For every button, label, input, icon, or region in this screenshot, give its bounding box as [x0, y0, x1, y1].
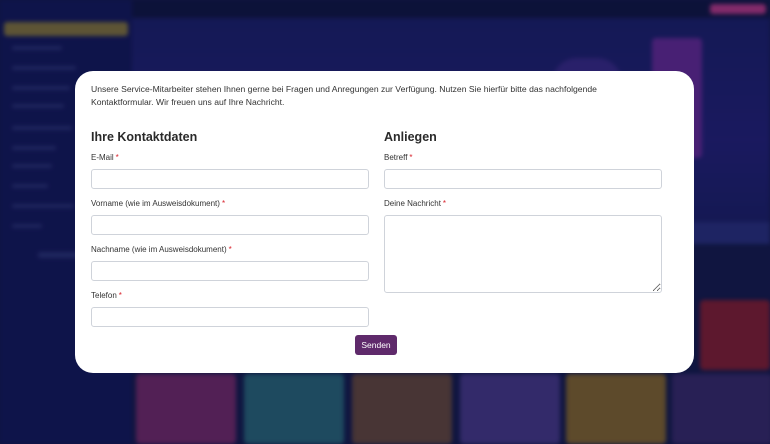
subject-label: Betreff *: [384, 153, 662, 163]
subject-label-text: Betreff: [384, 153, 408, 162]
email-field-group: E-Mail *: [91, 153, 369, 189]
message-field-group: Deine Nachricht *: [384, 199, 662, 293]
phone-field-group: Telefon *: [91, 291, 369, 327]
phone-label-text: Telefon: [91, 291, 117, 300]
required-marker: *: [228, 245, 232, 254]
first-name-label: Vorname (wie im Ausweisdokument) *: [91, 199, 369, 209]
subject-input[interactable]: [384, 169, 662, 189]
first-name-input[interactable]: [91, 215, 369, 235]
request-section: Anliegen Betreff * Deine Nachricht *: [384, 129, 662, 293]
required-marker: *: [442, 199, 447, 208]
email-input[interactable]: [91, 169, 369, 189]
phone-label: Telefon *: [91, 291, 369, 301]
email-label: E-Mail *: [91, 153, 369, 163]
contact-details-section: Ihre Kontaktdaten E-Mail * Vorname (wie i…: [91, 129, 369, 327]
section-title-contact-details: Ihre Kontaktdaten: [91, 130, 198, 144]
message-label: Deine Nachricht *: [384, 199, 662, 209]
phone-input[interactable]: [91, 307, 369, 327]
required-marker: *: [221, 199, 226, 208]
last-name-field-group: Nachname (wie im Ausweisdokument) *: [91, 245, 369, 281]
last-name-label: Nachname (wie im Ausweisdokument) *: [91, 245, 369, 255]
intro-text: Unsere Service-Mitarbeiter stehen Ihnen …: [91, 84, 597, 107]
required-marker: *: [115, 153, 119, 162]
email-label-text: E-Mail: [91, 153, 114, 162]
required-marker: *: [409, 153, 413, 162]
last-name-label-text: Nachname (wie im Ausweisdokument): [91, 245, 227, 254]
subject-field-group: Betreff *: [384, 153, 662, 189]
message-label-text: Deine Nachricht: [384, 199, 441, 208]
first-name-label-text: Vorname (wie im Ausweisdokument): [91, 199, 220, 208]
send-button[interactable]: Senden: [355, 335, 397, 355]
section-title-request: Anliegen: [384, 130, 437, 144]
required-marker: *: [118, 291, 122, 300]
message-textarea[interactable]: [384, 215, 662, 293]
first-name-field-group: Vorname (wie im Ausweisdokument) *: [91, 199, 369, 235]
last-name-input[interactable]: [91, 261, 369, 281]
contact-form-modal: Unsere Service-Mitarbeiter stehen Ihnen …: [75, 71, 694, 373]
